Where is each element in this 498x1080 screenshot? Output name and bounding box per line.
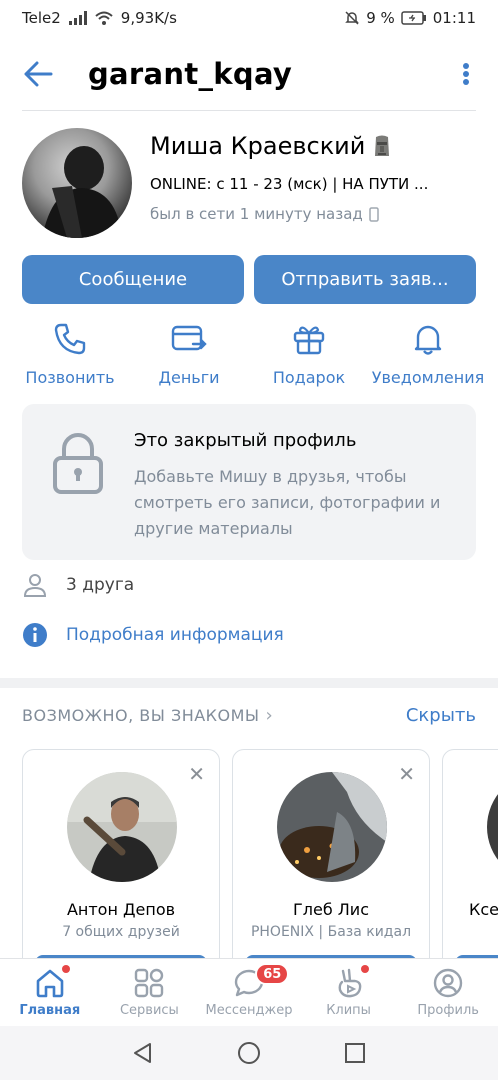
lock-icon: [53, 433, 103, 494]
suggestion-card[interactable]: Ксе: [442, 749, 498, 979]
suggestions-title[interactable]: ВОЗМОЖНО, ВЫ ЗНАКОМЫ: [22, 706, 260, 725]
carrier-label: Tele2: [22, 9, 61, 27]
services-icon: [135, 968, 164, 998]
details-label: Подробная информация: [66, 625, 284, 645]
user-icon: [23, 574, 47, 597]
nav-services[interactable]: Сервисы: [100, 959, 200, 1026]
bell-icon: [414, 325, 442, 355]
nav-home-label: Главная: [19, 1003, 81, 1018]
suggestion-avatar[interactable]: [277, 772, 387, 882]
moai-emoji-icon: [375, 135, 390, 156]
call-label: Позвонить: [25, 368, 115, 387]
suggestion-name: Антон Депов: [66, 900, 176, 919]
suggestion-subtitle: PHOENIX | База кидал: [250, 924, 412, 940]
system-navigation-bar: [0, 1026, 498, 1080]
system-back-icon[interactable]: [132, 1042, 154, 1064]
mobile-phone-icon: [369, 206, 379, 222]
suggestion-card[interactable]: ✕ Антон Депов 7 общих друзей: [22, 749, 220, 979]
home-notification-dot: [62, 965, 70, 973]
gift-action[interactable]: Подарок: [249, 322, 369, 387]
suggestion-name: Ксе: [469, 900, 498, 919]
suggestion-photo: [487, 772, 498, 882]
money-card-icon: [171, 325, 207, 351]
dismiss-suggestion-icon[interactable]: ✕: [398, 762, 415, 786]
battery-icon: [401, 11, 427, 25]
nav-messenger-label: Мессенджер: [205, 1003, 293, 1018]
home-icon: [36, 969, 64, 998]
money-action[interactable]: Деньги: [129, 322, 249, 387]
hide-suggestions-button[interactable]: Скрыть: [406, 705, 476, 726]
messenger-unread-badge: 65: [255, 963, 290, 985]
signal-icon: [68, 11, 87, 25]
suggestion-avatar[interactable]: [487, 772, 498, 882]
arrow-left-icon: [24, 61, 53, 87]
profile-name-row: Миша Краевский: [150, 132, 391, 160]
profile-status: ONLINE: с 11 - 23 (мск) | НА ПУТИ ...: [150, 175, 429, 193]
system-home-icon[interactable]: [237, 1041, 261, 1065]
page-title: garant_kqay: [88, 57, 293, 91]
info-icon: [23, 623, 47, 647]
friend-request-button[interactable]: Отправить заяв...: [254, 255, 476, 304]
suggestion-photo: [67, 772, 177, 882]
details-row[interactable]: Подробная информация: [22, 622, 284, 648]
battery-percent: 9 %: [366, 9, 395, 27]
profile-avatar[interactable]: [22, 128, 132, 238]
nav-profile[interactable]: Профиль: [398, 959, 498, 1026]
profile-icon: [433, 968, 463, 998]
header-divider: [22, 110, 476, 111]
nav-clips-label: Клипы: [326, 1003, 371, 1018]
profile-name: Миша Краевский: [150, 132, 366, 160]
message-button[interactable]: Сообщение: [22, 255, 244, 304]
suggestion-avatar[interactable]: [67, 772, 177, 882]
avatar-photo: [42, 146, 122, 238]
mute-icon: [344, 10, 360, 26]
last-seen-row: был в сети 1 минуту назад: [150, 205, 379, 223]
wifi-icon: [95, 11, 113, 25]
more-button[interactable]: [446, 44, 486, 104]
gift-label: Подарок: [272, 368, 346, 387]
clips-icon: [338, 968, 361, 998]
closed-profile-title: Это закрытый профиль: [134, 430, 357, 451]
clips-notification-dot: [360, 965, 369, 973]
phone-icon: [54, 323, 86, 355]
bottom-navigation: Главная Сервисы 65 Мессенджер Клипы Проф…: [0, 958, 498, 1026]
status-bar: Tele2 9,93K/s 9 % 01:11: [0, 0, 498, 36]
chevron-right-icon[interactable]: ›: [266, 705, 273, 726]
friends-count: 3 друга: [66, 575, 135, 595]
dismiss-suggestion-icon[interactable]: ✕: [188, 762, 205, 786]
suggestion-photo: [277, 772, 387, 882]
call-action[interactable]: Позвонить: [10, 322, 130, 387]
nav-messenger[interactable]: 65 Мессенджер: [199, 959, 299, 1026]
app-header: garant_kqay: [0, 42, 498, 106]
suggestions-header: ВОЗМОЖНО, ВЫ ЗНАКОМЫ › Скрыть: [22, 705, 476, 726]
closed-profile-card: Это закрытый профиль Добавьте Мишу в дру…: [22, 404, 476, 560]
nav-home[interactable]: Главная: [0, 959, 100, 1026]
nav-profile-label: Профиль: [417, 1003, 479, 1018]
clock: 01:11: [432, 9, 476, 27]
last-seen-text: был в сети 1 минуту назад: [150, 205, 363, 223]
more-vertical-icon: [463, 63, 469, 85]
money-label: Деньги: [158, 368, 220, 387]
closed-profile-description: Добавьте Мишу в друзья, чтобы смотреть е…: [134, 467, 441, 538]
suggestion-name: Глеб Лис: [292, 900, 369, 919]
friends-count-row[interactable]: 3 друга: [22, 572, 134, 598]
suggestion-card[interactable]: ✕ Глеб Лис PHOENIX | База кидал: [232, 749, 430, 979]
gift-icon: [293, 326, 325, 355]
nav-clips[interactable]: Клипы: [299, 959, 399, 1026]
nav-services-label: Сервисы: [119, 1003, 179, 1018]
notifications-action[interactable]: Уведомления: [368, 322, 488, 387]
back-button[interactable]: [8, 44, 68, 104]
suggestion-subtitle: 7 общих друзей: [62, 924, 180, 940]
notifications-label: Уведомления: [371, 368, 485, 387]
system-recents-icon[interactable]: [344, 1042, 366, 1064]
section-divider: [0, 678, 498, 688]
network-speed: 9,93K/s: [120, 9, 177, 27]
